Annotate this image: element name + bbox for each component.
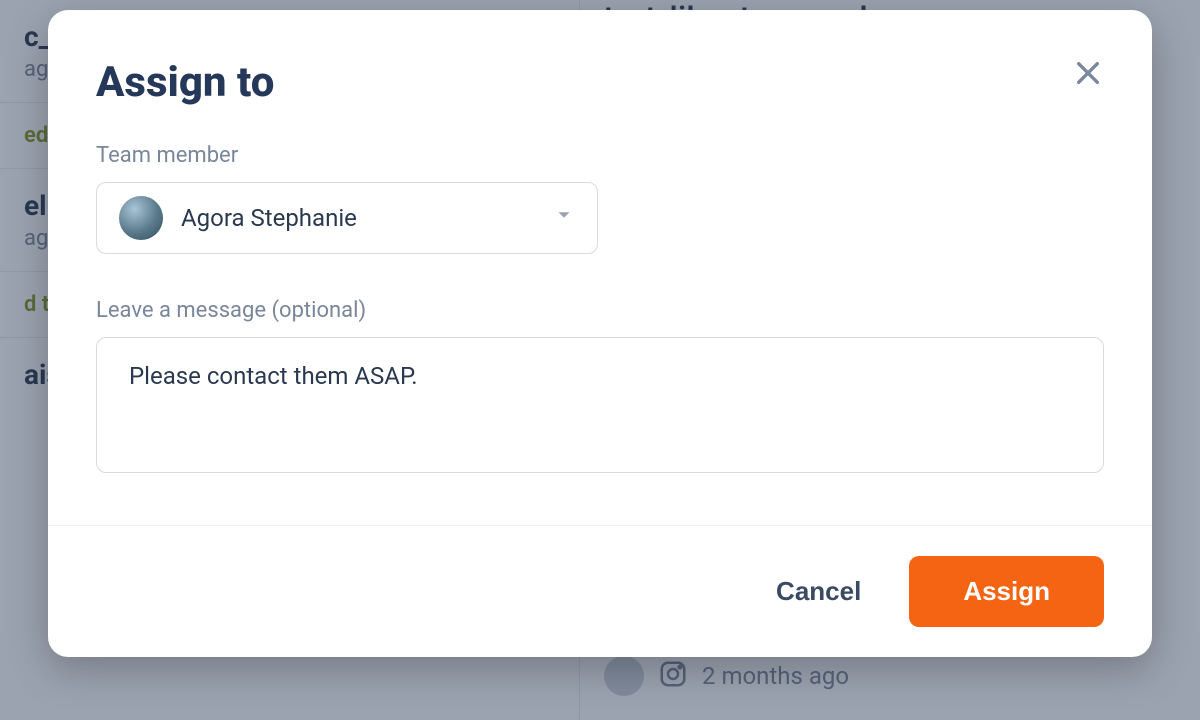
close-button[interactable]	[1068, 54, 1108, 94]
modal-title: Assign to	[96, 58, 1104, 107]
close-icon	[1072, 57, 1104, 92]
assign-modal: Assign to Team member Agora Stephanie Le…	[48, 10, 1152, 657]
team-member-label: Team member	[96, 143, 1104, 168]
avatar	[119, 196, 163, 240]
message-label: Leave a message (optional)	[96, 298, 1104, 323]
selected-member-name: Agora Stephanie	[181, 204, 357, 232]
modal-footer: Cancel Assign	[48, 525, 1152, 657]
team-member-select[interactable]: Agora Stephanie	[96, 182, 598, 254]
chevron-down-icon	[553, 204, 575, 232]
message-textarea[interactable]	[96, 337, 1104, 473]
assign-button[interactable]: Assign	[909, 556, 1104, 627]
cancel-button[interactable]: Cancel	[766, 562, 871, 621]
